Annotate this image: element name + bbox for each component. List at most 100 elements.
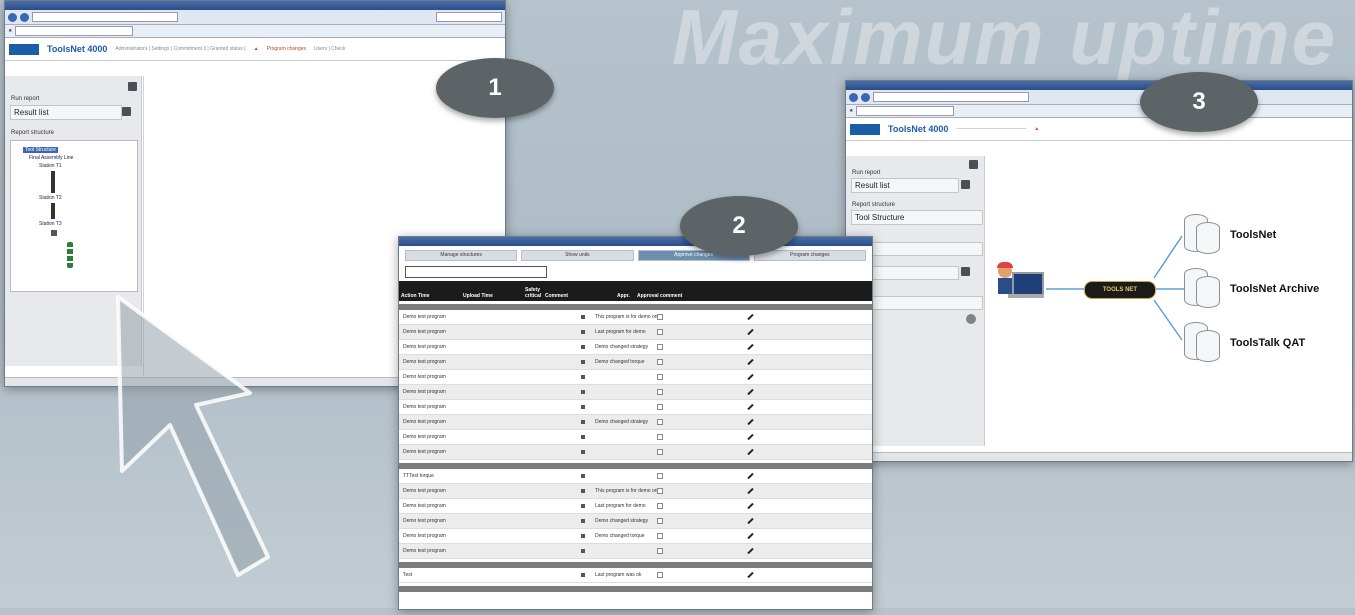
edit-pencil-icon[interactable] (747, 433, 754, 441)
approve-checkbox[interactable] (657, 488, 663, 494)
approve-checkbox[interactable] (657, 389, 663, 395)
tree-node-station-t1[interactable]: Station T1 (39, 163, 137, 169)
favorites-star-icon[interactable]: ★ (849, 108, 853, 114)
table-row[interactable]: Demo test program (399, 400, 872, 415)
table-row[interactable]: Demo test program This program is for dem… (399, 484, 872, 499)
target-toolsnet: ToolsNet (1184, 214, 1276, 256)
edit-pencil-icon[interactable] (747, 343, 754, 351)
edit-pencil-icon[interactable] (747, 373, 754, 381)
edit-pencil-icon[interactable] (747, 547, 754, 555)
address-bar[interactable] (846, 90, 1352, 105)
table-header: Action Time Upload Time Safety critical … (399, 281, 872, 301)
back-icon[interactable] (849, 92, 858, 102)
approve-checkbox[interactable] (657, 419, 663, 425)
approve-checkbox[interactable] (657, 503, 663, 509)
browser-tab[interactable] (15, 26, 134, 36)
warning-icon: ▲ (253, 46, 259, 52)
table-row[interactable]: Demo test program Demo changed strategy (399, 514, 872, 529)
filter-input[interactable] (405, 266, 547, 278)
approve-checkbox[interactable] (657, 572, 663, 578)
tab-show-units[interactable]: Show units (521, 250, 634, 261)
approve-checkbox[interactable] (657, 449, 663, 455)
table-row[interactable]: Demo test program Demo changed strategy (399, 340, 872, 355)
edit-pencil-icon[interactable] (747, 472, 754, 480)
table-row[interactable]: Demo test program (399, 445, 872, 460)
col-action-time[interactable]: Action Time (401, 293, 463, 299)
table-row[interactable]: Demo test program Demo changed torque (399, 355, 872, 370)
approve-checkbox[interactable] (657, 314, 663, 320)
approve-checkbox[interactable] (657, 344, 663, 350)
edit-pencil-icon[interactable] (747, 403, 754, 411)
row-name: Demo test program (403, 314, 446, 320)
search-field[interactable] (436, 12, 502, 22)
approve-checkbox[interactable] (657, 374, 663, 380)
table-row[interactable]: Demo test program (399, 385, 872, 400)
col-safety-critical[interactable]: Safety critical (525, 287, 545, 299)
col-approval-comment[interactable]: Approval comment (637, 293, 717, 299)
approve-checkbox[interactable] (657, 548, 663, 554)
approve-checkbox[interactable] (657, 518, 663, 524)
approve-checkbox[interactable] (657, 404, 663, 410)
collapse-button[interactable] (969, 160, 978, 169)
edit-pencil-icon[interactable] (747, 502, 754, 510)
col-upload-time[interactable]: Upload Time (463, 293, 525, 299)
tree-node-station-t2[interactable]: Station T2 (39, 195, 137, 201)
users-link[interactable]: Users | Check (314, 46, 345, 52)
edit-pencil-icon[interactable] (747, 571, 754, 579)
table-row[interactable]: Demo test program Last program for demo (399, 325, 872, 340)
tree-node-final-assembly[interactable]: Final Assembly Line (29, 155, 137, 161)
edit-pencil-icon[interactable] (747, 388, 754, 396)
url-field[interactable] (873, 92, 1029, 102)
edit-pencil-icon[interactable] (747, 418, 754, 426)
filter-button[interactable] (961, 267, 970, 276)
approve-checkbox[interactable] (657, 329, 663, 335)
table-row[interactable]: Demo test program (399, 430, 872, 445)
top-nav[interactable]: Administrators | Settings | Commitment 3… (115, 46, 245, 52)
tree-node-station-t3[interactable]: Station T3 (39, 221, 137, 227)
back-icon[interactable] (8, 12, 17, 22)
table-row[interactable]: Test Last program was ok (399, 568, 872, 583)
approve-checkbox[interactable] (657, 359, 663, 365)
table-row[interactable]: Demo test program This program is for dem… (399, 310, 872, 325)
run-report-button[interactable] (122, 107, 131, 116)
tab-manage-structures[interactable]: Manage structures (405, 250, 518, 261)
run-report-select[interactable]: Result list (10, 105, 122, 120)
go-button[interactable] (966, 314, 976, 324)
report-structure-select[interactable]: Tool Structure (851, 210, 983, 225)
tab-program-changes[interactable]: Program changes (753, 250, 866, 261)
browser-tab[interactable] (856, 106, 955, 116)
collapse-button[interactable] (128, 82, 137, 91)
top-nav[interactable]: —————————————— (956, 126, 1026, 132)
report-structure-tree[interactable]: Tool Structure Final Assembly Line Stati… (10, 140, 138, 292)
run-report-select[interactable]: Result list (851, 178, 959, 193)
approve-checkbox[interactable] (657, 533, 663, 539)
table-row[interactable]: Demo test program (399, 544, 872, 559)
col-approve[interactable]: Appr. (617, 293, 637, 299)
row-name: Demo test program (403, 419, 446, 425)
table-row[interactable]: Demo test program Demo changed torque (399, 529, 872, 544)
table-row[interactable]: Demo test program Last program for demo (399, 499, 872, 514)
edit-pencil-icon[interactable] (747, 328, 754, 336)
forward-icon[interactable] (861, 92, 870, 102)
tree-node-tool-structure[interactable]: Tool Structure (23, 147, 58, 153)
edit-pencil-icon[interactable] (747, 532, 754, 540)
url-field[interactable] (32, 12, 178, 22)
edit-pencil-icon[interactable] (747, 313, 754, 321)
approve-checkbox[interactable] (657, 473, 663, 479)
table-row[interactable]: Demo test program Demo changed strategy (399, 415, 872, 430)
edit-pencil-icon[interactable] (747, 448, 754, 456)
program-changes-link[interactable]: Program changes (267, 46, 306, 52)
address-bar[interactable] (5, 10, 505, 25)
edit-pencil-icon[interactable] (747, 358, 754, 366)
table-row[interactable]: Demo test program (399, 370, 872, 385)
table-row[interactable]: TTTest torque (399, 469, 872, 484)
approve-checkbox[interactable] (657, 434, 663, 440)
edit-pencil-icon[interactable] (747, 487, 754, 495)
section-bar (399, 586, 872, 592)
forward-icon[interactable] (20, 12, 29, 22)
browser-tabs: ★ (5, 25, 505, 38)
run-report-button[interactable] (961, 180, 970, 189)
favorites-star-icon[interactable]: ★ (8, 28, 12, 34)
edit-pencil-icon[interactable] (747, 517, 754, 525)
col-comment[interactable]: Comment (545, 293, 617, 299)
